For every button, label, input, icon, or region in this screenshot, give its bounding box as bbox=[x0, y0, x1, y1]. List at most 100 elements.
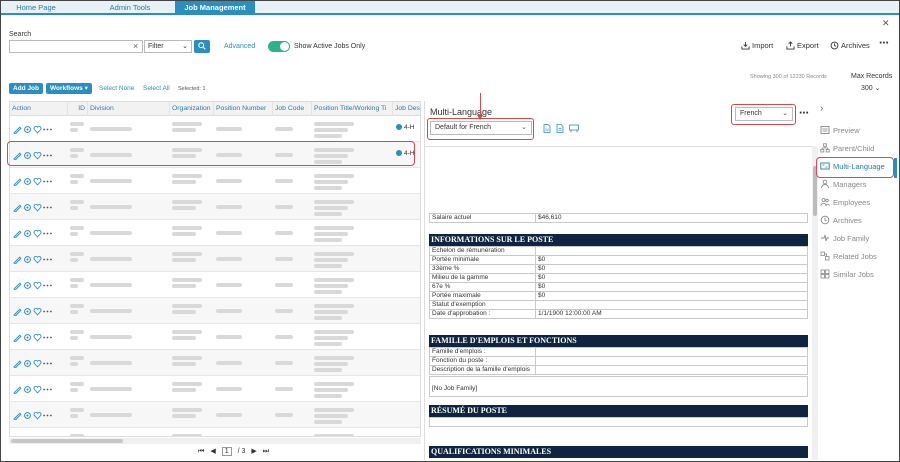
edit-icon[interactable] bbox=[13, 177, 22, 186]
heart-icon[interactable] bbox=[33, 255, 42, 264]
export-button[interactable]: Export bbox=[786, 41, 819, 50]
table-row[interactable] bbox=[10, 298, 420, 324]
heart-icon[interactable] bbox=[33, 359, 42, 368]
col-position-number[interactable]: Position Number bbox=[214, 102, 273, 116]
table-row[interactable]: 4-H bbox=[10, 116, 420, 142]
select-all-link[interactable]: Select All bbox=[143, 85, 170, 92]
advanced-search-link[interactable]: Advanced bbox=[224, 43, 255, 50]
edit-icon[interactable] bbox=[13, 255, 22, 264]
table-row[interactable] bbox=[10, 220, 420, 246]
table-row[interactable] bbox=[10, 194, 420, 220]
row-more-icon[interactable] bbox=[43, 125, 52, 134]
col-job-code[interactable]: Job Code bbox=[273, 102, 312, 116]
row-more-icon[interactable] bbox=[43, 385, 52, 394]
search-input[interactable] bbox=[9, 40, 143, 53]
edit-icon[interactable] bbox=[13, 307, 22, 316]
table-row[interactable] bbox=[10, 272, 420, 298]
table-row[interactable] bbox=[10, 246, 420, 272]
settings-icon[interactable] bbox=[23, 359, 32, 368]
row-more-icon[interactable] bbox=[43, 203, 52, 212]
panel-more-icon[interactable]: ⋯ bbox=[799, 108, 810, 119]
sidebar-item-archives[interactable]: Archives bbox=[820, 214, 862, 228]
edit-icon[interactable] bbox=[13, 203, 22, 212]
col-division[interactable]: Division bbox=[88, 102, 170, 116]
sidebar-item-similar-jobs[interactable]: Similar Jobs bbox=[820, 268, 874, 282]
row-more-icon[interactable] bbox=[43, 333, 52, 342]
table-row[interactable] bbox=[10, 350, 420, 376]
table-row[interactable] bbox=[10, 402, 420, 428]
table-row[interactable] bbox=[10, 428, 420, 436]
col-action[interactable]: Action bbox=[10, 102, 68, 116]
settings-icon[interactable] bbox=[23, 255, 32, 264]
job-desc-chip[interactable]: 4-H bbox=[396, 124, 414, 131]
settings-icon[interactable] bbox=[23, 281, 32, 290]
edit-icon[interactable] bbox=[13, 359, 22, 368]
collapse-sidebar-icon[interactable]: › bbox=[820, 103, 823, 114]
pdf-doc-icon[interactable] bbox=[556, 124, 564, 133]
close-icon[interactable]: ✕ bbox=[882, 18, 890, 29]
heart-icon[interactable] bbox=[33, 411, 42, 420]
sidebar-item-preview[interactable]: Preview bbox=[820, 124, 860, 138]
row-more-icon[interactable] bbox=[43, 177, 52, 186]
next-page-icon[interactable]: ▶ bbox=[251, 448, 256, 455]
heart-icon[interactable] bbox=[33, 125, 42, 134]
compare-icon[interactable] bbox=[569, 124, 579, 133]
tab-job-management[interactable]: Job Management bbox=[175, 1, 255, 15]
heart-icon[interactable] bbox=[33, 229, 42, 238]
sidebar-item-managers[interactable]: Managers bbox=[820, 178, 866, 192]
edit-icon[interactable] bbox=[13, 281, 22, 290]
first-page-icon[interactable]: ⏮ bbox=[198, 448, 204, 455]
table-row[interactable] bbox=[10, 168, 420, 194]
settings-icon[interactable] bbox=[23, 125, 32, 134]
row-more-icon[interactable] bbox=[43, 229, 52, 238]
select-none-link[interactable]: Select None bbox=[99, 85, 134, 92]
heart-icon[interactable] bbox=[33, 203, 42, 212]
heart-icon[interactable] bbox=[33, 177, 42, 186]
heart-icon[interactable] bbox=[33, 385, 42, 394]
add-job-button[interactable]: Add Job bbox=[9, 83, 43, 94]
heart-icon[interactable] bbox=[33, 281, 42, 290]
settings-icon[interactable] bbox=[23, 307, 32, 316]
edit-icon[interactable] bbox=[13, 385, 22, 394]
scroll-thumb[interactable] bbox=[11, 439, 123, 443]
col-organization[interactable]: Organization bbox=[170, 102, 214, 116]
settings-icon[interactable] bbox=[23, 385, 32, 394]
sidebar-item-related-jobs[interactable]: Related Jobs bbox=[820, 250, 877, 264]
edit-icon[interactable] bbox=[13, 229, 22, 238]
table-row[interactable] bbox=[10, 324, 420, 350]
search-button[interactable] bbox=[194, 40, 210, 53]
word-doc-icon[interactable]: W bbox=[543, 124, 551, 133]
clear-search-icon[interactable]: × bbox=[133, 41, 138, 51]
edit-icon[interactable] bbox=[13, 411, 22, 420]
more-options-icon[interactable]: ⋯ bbox=[879, 38, 890, 49]
sidebar-item-parent-child[interactable]: Parent/Child bbox=[820, 142, 874, 156]
col-id[interactable]: ID bbox=[68, 102, 88, 116]
sidebar-item-employees[interactable]: Employees bbox=[820, 196, 870, 210]
max-records-select[interactable]: 300 ⌄ bbox=[861, 84, 881, 92]
document-scrollbar[interactable] bbox=[812, 146, 818, 460]
edit-icon[interactable] bbox=[13, 125, 22, 134]
table-row[interactable] bbox=[10, 376, 420, 402]
prev-page-icon[interactable]: ◀ bbox=[210, 448, 215, 455]
col-position-title[interactable]: Position Title/Working Ti bbox=[312, 102, 393, 116]
import-button[interactable]: Import bbox=[741, 41, 773, 50]
horizontal-scrollbar[interactable] bbox=[9, 438, 421, 444]
heart-icon[interactable] bbox=[33, 307, 42, 316]
filter-select[interactable]: Filter ⌄ bbox=[144, 40, 192, 53]
tab-admin-tools[interactable]: Admin Tools bbox=[103, 1, 157, 15]
row-more-icon[interactable] bbox=[43, 255, 52, 264]
settings-icon[interactable] bbox=[23, 229, 32, 238]
edit-icon[interactable] bbox=[13, 333, 22, 342]
last-page-icon[interactable]: ⏭ bbox=[263, 448, 269, 455]
active-jobs-toggle[interactable] bbox=[268, 41, 290, 52]
row-more-icon[interactable] bbox=[43, 307, 52, 316]
settings-icon[interactable] bbox=[23, 411, 32, 420]
archives-button[interactable]: Archives bbox=[830, 41, 870, 50]
row-more-icon[interactable] bbox=[43, 359, 52, 368]
col-job-desc[interactable]: Job Desc bbox=[393, 102, 420, 116]
row-more-icon[interactable] bbox=[43, 411, 52, 420]
settings-icon[interactable] bbox=[23, 203, 32, 212]
sidebar-item-job-family[interactable]: Job Family bbox=[820, 232, 869, 246]
page-input[interactable]: 1 bbox=[221, 447, 232, 456]
heart-icon[interactable] bbox=[33, 333, 42, 342]
